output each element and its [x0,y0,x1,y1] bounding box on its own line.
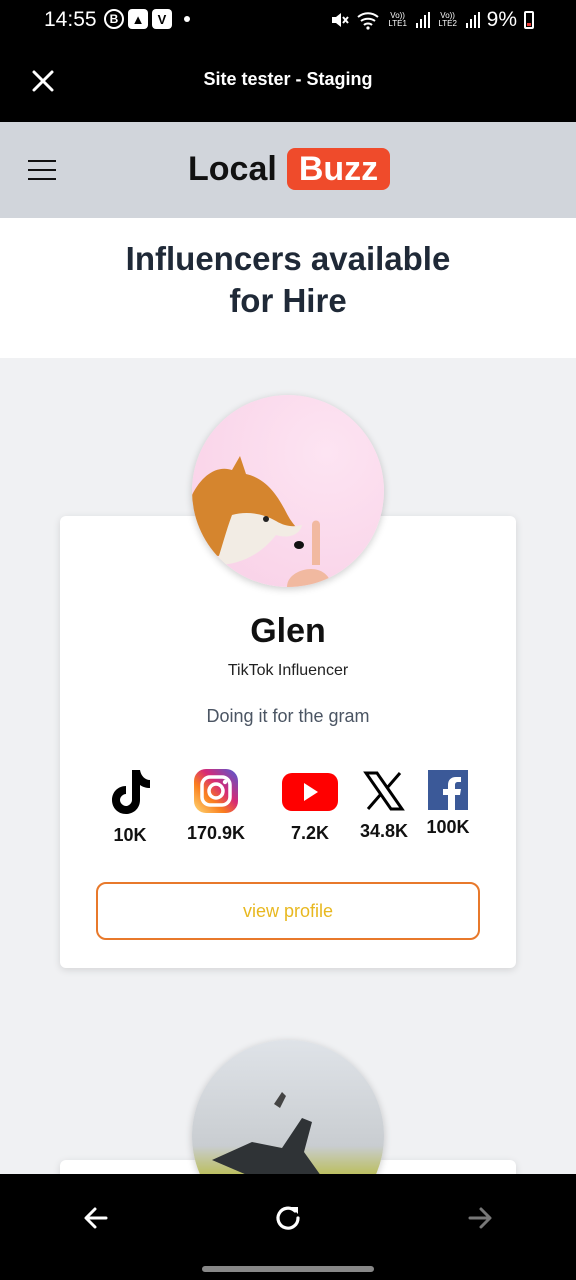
more-notifications-dot-icon [184,16,190,22]
home-gesture-bar[interactable] [202,1266,374,1272]
page-title-line-2: for Hire [229,282,347,319]
lte2-label: Vo)) LTE2 [438,11,457,28]
status-bar: 14:55 B ▲ V Vo)) LTE1 Vo)) LTE2 9% [0,0,576,42]
status-time: 14:55 [44,8,97,31]
youtube-icon [282,773,338,811]
social-tiktok[interactable]: 10K [100,768,160,846]
lte1-label: Vo)) LTE1 [388,11,407,28]
site-navbar: Local Buzz [0,122,576,218]
reload-icon[interactable] [270,1200,306,1236]
mute-icon [331,13,349,27]
social-facebook[interactable]: 100K [420,770,476,838]
tiktok-count: 10K [113,825,147,845]
page-header: Influencers available for Hire [0,218,576,358]
instagram-icon [194,769,238,813]
status-indicators: Vo)) LTE1 Vo)) LTE2 9% [329,8,534,32]
page-title-line-1: Influencers available [125,240,451,277]
mountain-app-icon: ▲ [128,9,148,29]
app-header: Site tester - Staging [0,42,576,122]
hamburger-menu-icon[interactable] [28,160,56,180]
signal-1-icon [415,12,430,28]
social-youtube[interactable]: 7.2K [276,770,344,844]
social-x[interactable]: 34.8K [354,770,414,842]
battery-icon [524,11,534,29]
logo-text-local: Local [188,149,277,188]
instagram-count: 170.9K [186,823,246,843]
facebook-icon [428,770,468,810]
logo-text-buzz: Buzz [286,148,391,190]
influencer-role: TikTok Influencer [227,662,349,679]
social-instagram[interactable]: 170.9K [180,768,252,844]
forward-arrow-icon[interactable] [462,1200,498,1236]
dog-photo-icon [192,456,331,587]
back-arrow-icon[interactable] [78,1200,114,1236]
signal-2-icon [465,12,480,28]
tiktok-icon [112,770,150,814]
app-title: Site tester - Staging [203,69,373,89]
facebook-count: 100K [426,817,470,837]
v-app-icon: V [152,9,172,29]
b-app-icon: B [104,9,124,29]
x-icon [363,771,405,811]
wifi-icon [357,12,379,30]
view-profile-button[interactable]: view profile [96,882,480,940]
x-count: 34.8K [359,821,409,841]
bottom-navigation-bar [0,1174,576,1280]
notification-icons: B ▲ V [104,9,190,29]
influencer-bio: Doing it for the gram [206,706,370,726]
influencer-avatar[interactable] [192,395,384,587]
site-logo[interactable]: Local Buzz [188,148,391,190]
page-title: Influencers available for Hire [0,238,576,322]
battery-percent: 9% [486,8,517,31]
youtube-count: 7.2K [290,823,330,843]
influencer-name: Glen [250,612,326,650]
